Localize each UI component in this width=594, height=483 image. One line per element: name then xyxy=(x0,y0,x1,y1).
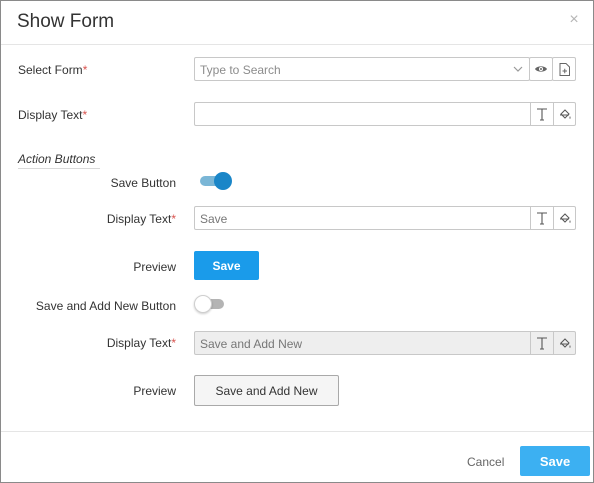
action-buttons-title: Action Buttons xyxy=(18,152,100,169)
eye-icon[interactable] xyxy=(530,58,552,80)
save-and-add-new-display-text-label-text: Display Text xyxy=(106,336,172,350)
select-form-label: Select Form* xyxy=(18,63,87,77)
save-preview-label: Preview xyxy=(133,260,176,274)
save-button-toggle[interactable] xyxy=(198,172,232,190)
save-preview-button[interactable]: Save xyxy=(194,251,259,280)
text-format-icon[interactable] xyxy=(530,103,552,125)
toggle-knob xyxy=(214,172,232,190)
add-document-icon[interactable] xyxy=(553,58,575,80)
text-format-icon[interactable] xyxy=(530,332,552,354)
display-text-label: Display Text* xyxy=(18,108,87,122)
save-button-label: Save Button xyxy=(110,176,176,190)
select-form-placeholder: Type to Search xyxy=(200,63,281,77)
text-format-icon[interactable] xyxy=(530,207,552,229)
display-text-input[interactable] xyxy=(194,102,576,126)
preview-form-button[interactable] xyxy=(529,57,553,81)
required-marker: * xyxy=(171,212,176,226)
save-and-add-new-display-text-input[interactable]: Save and Add New xyxy=(194,331,576,355)
chevron-down-icon[interactable] xyxy=(512,63,524,75)
new-form-button[interactable] xyxy=(552,57,576,81)
save-and-add-new-toggle[interactable] xyxy=(194,295,228,313)
save-display-text-input[interactable]: Save xyxy=(194,206,576,230)
paint-bucket-icon[interactable] xyxy=(553,103,575,125)
toggle-knob xyxy=(194,295,212,313)
save-and-add-new-preview-button[interactable]: Save and Add New xyxy=(194,375,339,406)
select-form-label-text: Select Form xyxy=(18,63,83,77)
close-icon[interactable]: × xyxy=(567,12,581,28)
show-form-dialog: Show Form × Select Form* Type to Search … xyxy=(0,0,594,483)
required-marker: * xyxy=(171,336,176,350)
save-and-add-new-label: Save and Add New Button xyxy=(35,299,176,313)
save-and-add-new-display-text-value: Save and Add New xyxy=(200,337,303,351)
dialog-footer: Cancel Save xyxy=(1,431,593,482)
dialog-title: Show Form xyxy=(17,11,115,32)
paint-bucket-icon[interactable] xyxy=(553,207,575,229)
save-display-text-value: Save xyxy=(200,212,228,226)
save-button[interactable]: Save xyxy=(520,446,590,476)
display-text-label-text: Display Text xyxy=(18,108,83,122)
save-and-add-new-display-text-label: Display Text* xyxy=(61,336,176,350)
required-marker: * xyxy=(82,63,88,77)
save-display-text-label-text: Display Text xyxy=(106,212,172,226)
paint-bucket-icon[interactable] xyxy=(553,332,575,354)
dialog-header: Show Form × xyxy=(1,1,593,45)
save-display-text-label: Display Text* xyxy=(61,212,176,226)
required-marker: * xyxy=(82,108,88,122)
save-and-add-new-preview-label: Preview xyxy=(133,384,176,398)
select-form-input[interactable]: Type to Search xyxy=(194,57,530,81)
cancel-button[interactable]: Cancel xyxy=(467,455,504,469)
